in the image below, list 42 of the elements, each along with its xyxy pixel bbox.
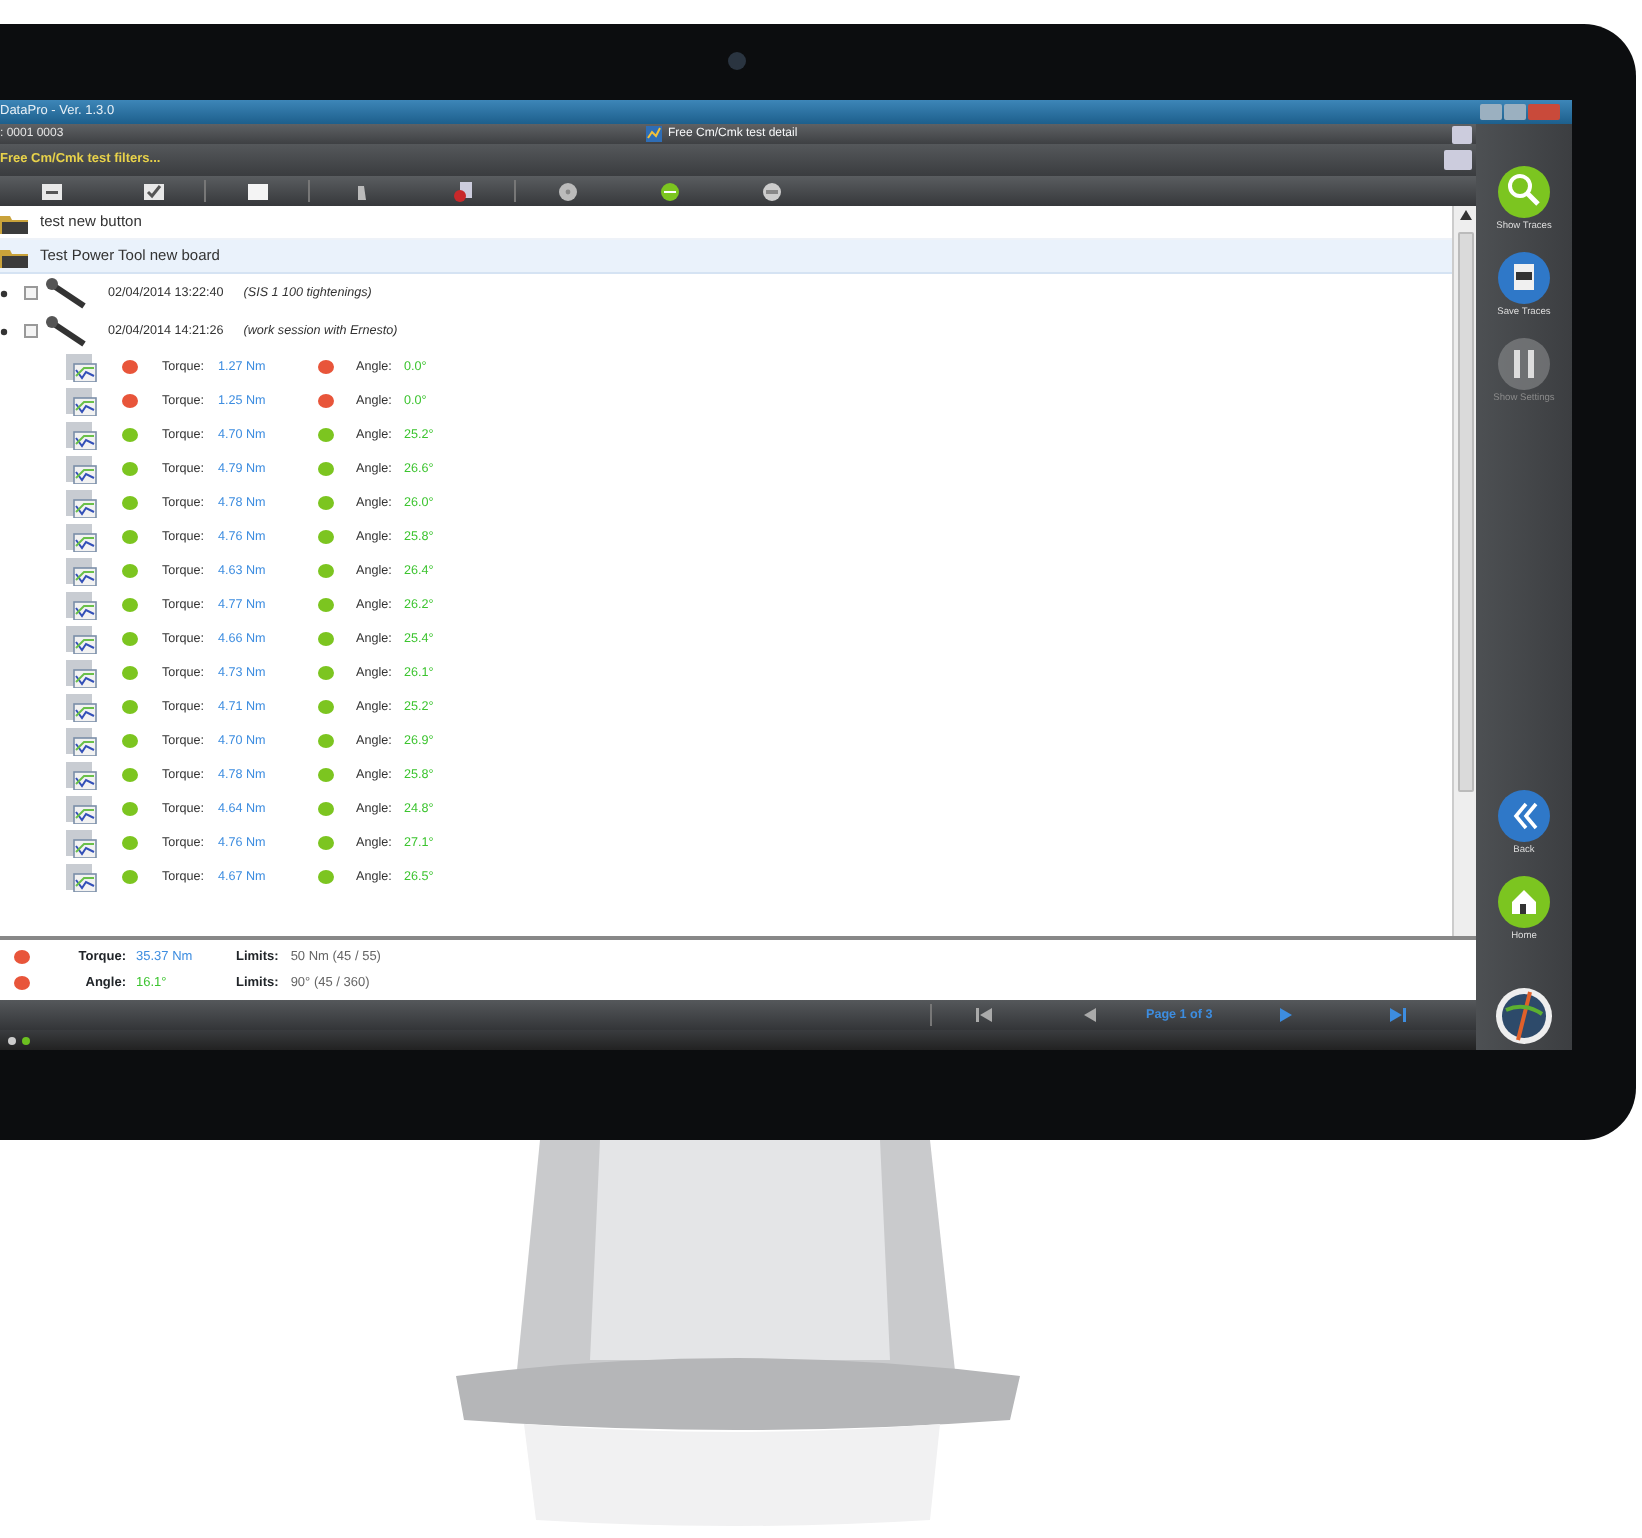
last-page-icon[interactable] <box>1390 1008 1407 1022</box>
bullet-icon <box>0 327 8 335</box>
chart-icon <box>66 863 98 891</box>
scroll-up-icon <box>1459 210 1471 220</box>
chart-icon <box>66 387 98 415</box>
chart-icon <box>66 659 98 687</box>
chart-icon <box>66 489 98 517</box>
chart-icon <box>66 625 98 653</box>
chart-icon <box>66 591 98 619</box>
folder-icon <box>0 245 28 267</box>
disc-icon[interactable] <box>555 181 579 201</box>
document-delete-icon[interactable] <box>451 181 475 201</box>
wrench-icon <box>44 315 88 347</box>
previous-page-icon[interactable] <box>1082 1008 1098 1022</box>
checkbox[interactable] <box>24 286 38 300</box>
status-light-icon <box>22 1035 30 1045</box>
chart-icon <box>66 829 98 857</box>
chart-icon <box>66 727 98 755</box>
chart-icon <box>66 761 98 789</box>
bullet-icon <box>0 289 8 297</box>
chart-icon <box>66 795 98 823</box>
scrollbar[interactable] <box>1452 206 1476 936</box>
minus-square-icon[interactable] <box>39 181 63 201</box>
chart-icon <box>66 455 98 483</box>
chart-icon <box>66 353 98 381</box>
check-square-icon[interactable] <box>141 181 165 201</box>
chart-icon <box>66 421 98 449</box>
globe-logo-icon <box>1494 986 1554 1046</box>
webcam-icon <box>728 52 746 70</box>
folder-icon <box>0 211 28 233</box>
chart-icon <box>66 693 98 721</box>
square-icon[interactable] <box>245 181 269 201</box>
chart-icon <box>66 557 98 585</box>
dropdown-button[interactable] <box>1452 125 1472 143</box>
wrench-icon <box>44 277 88 309</box>
checkbox[interactable] <box>24 324 38 338</box>
chart-icon <box>66 523 98 551</box>
chart-icon <box>646 126 662 142</box>
next-page-icon[interactable] <box>1278 1008 1295 1022</box>
status-light-icon <box>8 1035 16 1045</box>
scrollbar-thumb[interactable] <box>1457 232 1473 792</box>
first-page-icon[interactable] <box>976 1008 992 1022</box>
